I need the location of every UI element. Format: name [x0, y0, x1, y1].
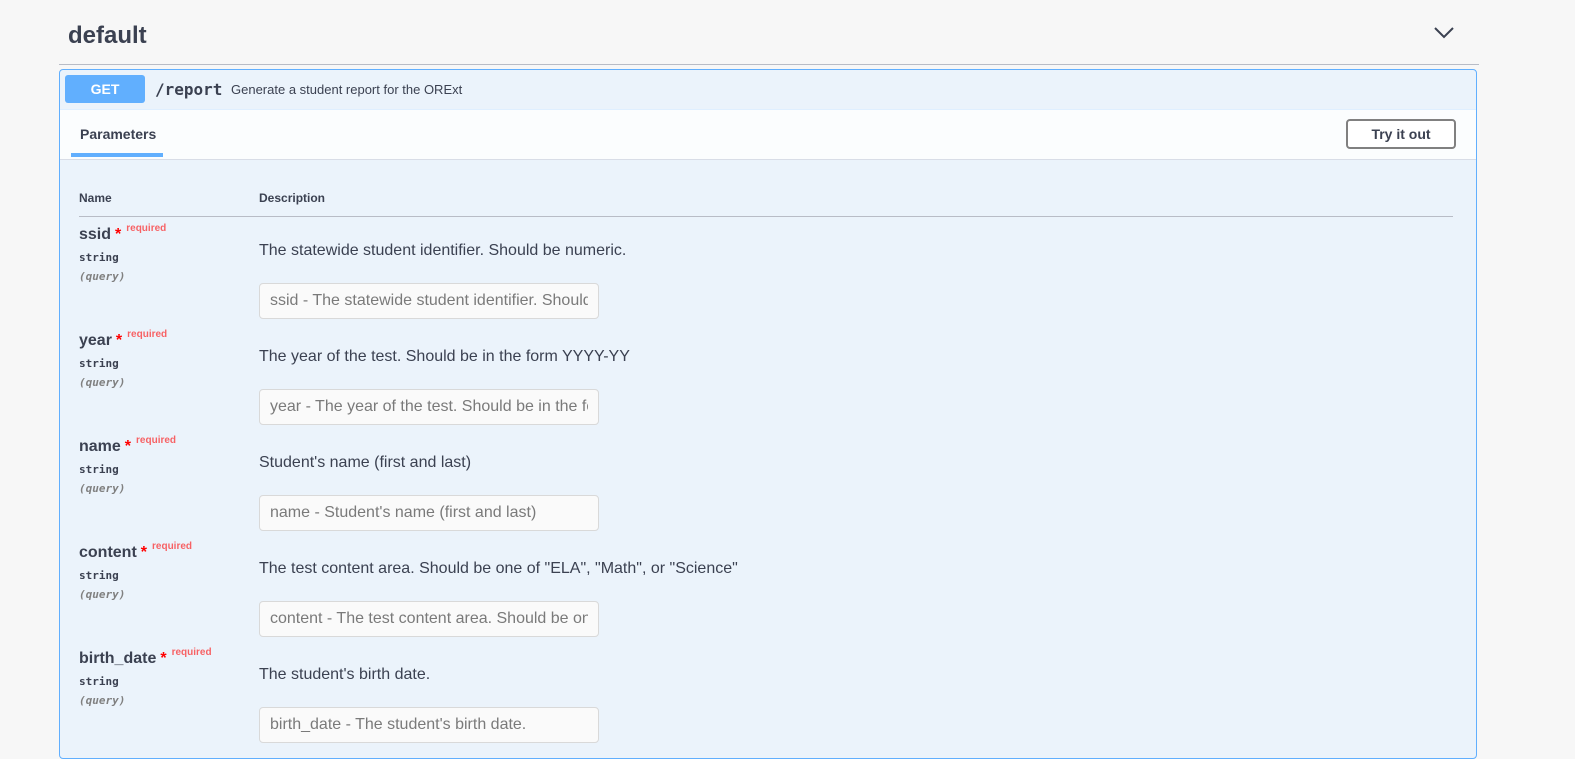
- chevron-down-icon[interactable]: [1433, 26, 1455, 40]
- parameter-row-ssid: ssid * required string (query) The statewi…: [79, 218, 1453, 324]
- name-input[interactable]: [259, 495, 599, 531]
- parameter-type: string: [79, 463, 119, 476]
- required-star: *: [124, 438, 132, 455]
- parameter-row-content: content * required string (query) The test…: [79, 536, 1453, 642]
- column-header-description: Description: [259, 191, 326, 205]
- parameter-location: (query): [79, 376, 126, 389]
- tab-parameters[interactable]: Parameters: [80, 126, 156, 142]
- parameter-name: birth_date * required: [79, 647, 212, 667]
- operation-summary[interactable]: GET /report Generate a student report fo…: [60, 70, 1476, 110]
- ssid-input[interactable]: [259, 283, 599, 319]
- required-star: *: [115, 332, 123, 349]
- parameters-tab-bar: Parameters Try it out: [60, 109, 1476, 160]
- birth-date-input[interactable]: [259, 707, 599, 743]
- parameter-location: (query): [79, 270, 126, 283]
- parameter-location: (query): [79, 588, 126, 601]
- parameter-type: string: [79, 357, 119, 370]
- required-star: *: [160, 650, 167, 667]
- section-title: default: [68, 22, 147, 49]
- required-label: required: [152, 541, 193, 552]
- required-star: *: [115, 226, 122, 243]
- content-input[interactable]: [259, 601, 599, 637]
- parameter-type: string: [79, 569, 119, 582]
- required-label: required: [126, 223, 167, 234]
- parameter-row-birth-date: birth_date * required string (query) The s…: [79, 642, 1453, 748]
- parameter-name: ssid * required: [79, 223, 167, 243]
- parameter-row-name: name * required string (query) Student's n…: [79, 430, 1453, 536]
- operation-path: /report: [155, 80, 223, 99]
- operation-block: GET /report Generate a student report fo…: [59, 69, 1477, 759]
- parameters-table-header: Name Description: [79, 159, 1453, 217]
- required-label: required: [171, 647, 212, 658]
- parameter-description: The student's birth date.: [259, 666, 431, 683]
- parameter-type: string: [79, 251, 119, 264]
- column-header-name: Name: [79, 191, 112, 205]
- parameter-description: Student's name (first and last): [259, 454, 472, 471]
- operation-summary-text: Generate a student report for the ORExt: [231, 82, 463, 97]
- parameter-name: name * required: [79, 435, 177, 455]
- parameter-row-year: year * required string (query) The year of…: [79, 324, 1453, 430]
- parameter-type: string: [79, 675, 119, 688]
- required-label: required: [127, 329, 168, 340]
- parameter-description: The test content area. Should be one of …: [259, 560, 738, 577]
- method-badge: GET: [65, 75, 145, 103]
- parameter-description: The year of the test. Should be in the f…: [259, 348, 630, 365]
- parameter-description: The statewide student identifier. Should…: [259, 242, 627, 259]
- parameter-location: (query): [79, 694, 126, 707]
- section-header[interactable]: default: [59, 0, 1479, 65]
- required-label: required: [136, 435, 177, 446]
- parameter-name: year * required: [79, 329, 168, 349]
- parameter-name: content * required: [79, 541, 193, 561]
- tab-active-indicator: [71, 153, 163, 157]
- try-it-out-button[interactable]: Try it out: [1346, 119, 1456, 149]
- required-star: *: [140, 544, 148, 561]
- year-input[interactable]: [259, 389, 599, 425]
- parameter-location: (query): [79, 482, 126, 495]
